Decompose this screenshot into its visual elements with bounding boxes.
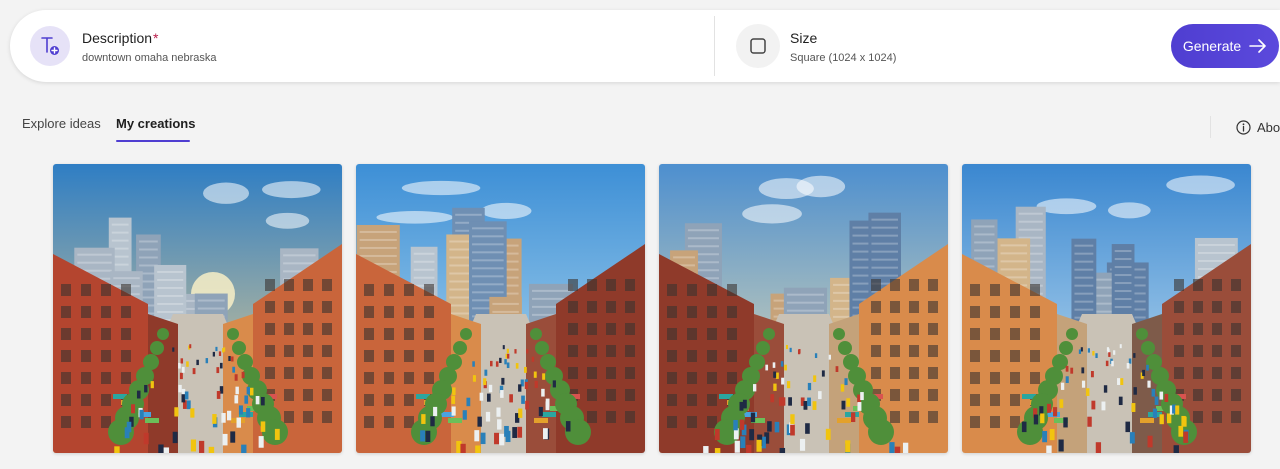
generate-label: Generate [1182,38,1242,54]
square-size-icon[interactable] [736,24,780,68]
required-mark: * [153,30,159,46]
creation-image-1[interactable] [53,164,342,453]
about-link[interactable]: Abo [1236,120,1280,135]
arrow-right-icon [1249,39,1266,53]
prompt-divider [714,16,715,76]
prompt-bar: Description* downtown omaha nebraska Siz… [10,10,1280,82]
size-label: Size [790,30,818,46]
about-divider [1210,116,1211,138]
about-label: Abo [1257,120,1280,135]
creation-image-3[interactable] [659,164,948,453]
active-tab-indicator [116,140,190,142]
tab-explore-ideas[interactable]: Explore ideas [22,116,101,131]
size-selector[interactable]: Square (1024 x 1024) [790,52,896,64]
creation-image-2[interactable] [356,164,645,453]
description-label: Description* [82,30,159,46]
tab-my-creations[interactable]: My creations [116,116,195,131]
creation-image-4[interactable] [962,164,1251,453]
image-creator-page: Description* downtown omaha nebraska Siz… [0,0,1280,469]
description-input[interactable]: downtown omaha nebraska [82,52,217,64]
generate-button[interactable]: Generate [1171,24,1279,68]
info-icon [1236,120,1251,135]
text-prompt-icon [30,26,70,66]
